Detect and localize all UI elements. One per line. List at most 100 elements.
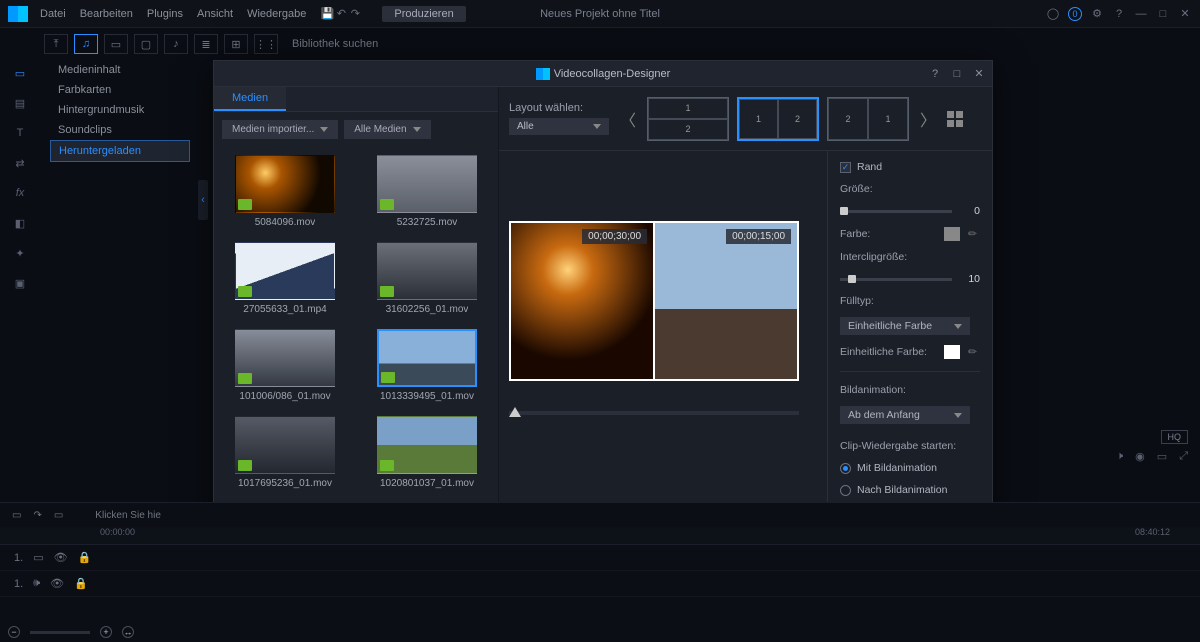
quality-badge[interactable]: HQ (1161, 430, 1189, 444)
radio-with-animation[interactable] (840, 463, 851, 474)
viewer-popout-icon[interactable]: ⤢ (1179, 450, 1188, 463)
interclip-slider-thumb-icon[interactable] (848, 275, 856, 283)
minimize-icon[interactable]: — (1134, 7, 1148, 21)
solidcolor-label: Einheitliche Farbe: (840, 346, 927, 358)
audio-room-icon[interactable]: ▣ (10, 274, 30, 292)
media-thumb[interactable]: 1013339495_01.mov (368, 329, 486, 402)
menu-playback[interactable]: Wiedergabe (247, 8, 306, 20)
radio-after-animation[interactable] (840, 485, 851, 496)
tab-media[interactable]: Medien (214, 87, 286, 111)
layout-option[interactable]: 12 (737, 97, 819, 141)
media-thumb[interactable]: 5084096.mov (226, 155, 344, 228)
menu-plugins[interactable]: Plugins (147, 8, 183, 20)
media-room-icon[interactable]: ▭ (10, 64, 30, 82)
track-video-icon[interactable]: ▭ (33, 551, 43, 564)
video-mode-icon[interactable]: ▭ (104, 34, 128, 54)
preview-scrubber[interactable] (509, 411, 799, 415)
account-icon[interactable]: ◯ (1046, 7, 1060, 21)
layout-prev-icon[interactable]: 〈 (619, 99, 637, 139)
maximize-icon[interactable]: □ (1156, 7, 1170, 21)
dialog-maximize-icon[interactable]: □ (950, 67, 964, 81)
eyedropper-icon[interactable]: ✎ (963, 224, 983, 244)
track-visibility-icon-2[interactable]: 👁 (50, 577, 64, 590)
dialog-help-icon[interactable]: ? (928, 67, 942, 81)
layout-all-icon[interactable] (947, 111, 963, 127)
preview-cell-1[interactable]: 00;00;30;00 (511, 223, 655, 379)
cat-bg-music[interactable]: Hintergrundmusik (50, 100, 190, 120)
audio-mode-icon[interactable]: ♪ (164, 34, 188, 54)
import-icon[interactable]: ⤒ (44, 34, 68, 54)
fx-room-icon[interactable]: fx (10, 184, 30, 202)
track-lock-icon-2[interactable]: 🔒 (74, 577, 88, 590)
menu-file[interactable]: Datei (40, 8, 66, 20)
tl-fit-icon[interactable]: ▭ (12, 510, 21, 521)
media-thumb[interactable]: 1017695236_01.mov (226, 416, 344, 489)
settings-icon[interactable]: ⚙ (1090, 7, 1104, 21)
border-color-swatch[interactable] (944, 227, 960, 241)
collage-preview[interactable]: 00;00;30;00 00;00;15;00 (509, 221, 799, 381)
zoom-in-icon[interactable]: + (100, 626, 112, 638)
text-room-icon[interactable]: T (10, 124, 30, 142)
size-slider[interactable] (840, 210, 952, 213)
timeline-ruler[interactable]: 00:00:00 08:40:12 (0, 527, 1200, 545)
title-room-icon[interactable]: ▤ (10, 94, 30, 112)
transition-room-icon[interactable]: ⇄ (10, 154, 30, 172)
animation-select[interactable]: Ab dem Anfang (840, 406, 970, 424)
help-icon[interactable]: ? (1112, 7, 1126, 21)
interclip-slider[interactable] (840, 278, 952, 281)
timeline-track-video[interactable]: 1. ▭ 👁 🔒 (0, 545, 1200, 571)
overlay-room-icon[interactable]: ◧ (10, 214, 30, 232)
media-thumb[interactable]: 101006/086_01.mov (226, 329, 344, 402)
image-mode-icon[interactable]: ▢ (134, 34, 158, 54)
cat-sound-clips[interactable]: Soundclips (50, 120, 190, 140)
detail-mode-icon[interactable]: ⊞ (224, 34, 248, 54)
media-thumb[interactable]: 31602256_01.mov (368, 242, 486, 315)
close-icon[interactable]: ✕ (1178, 7, 1192, 21)
produce-button[interactable]: Produzieren (382, 6, 465, 22)
track-audio-icon[interactable]: 🕪 (33, 577, 40, 590)
media-thumb[interactable]: 5232725.mov (368, 155, 486, 228)
zoom-slider[interactable] (30, 631, 90, 634)
size-slider-thumb-icon[interactable] (840, 207, 848, 215)
track-lock-icon[interactable]: 🔒 (78, 551, 92, 564)
fill-eyedropper-icon[interactable]: ✎ (963, 342, 983, 362)
track-visibility-icon[interactable]: 👁 (54, 551, 68, 564)
menu-edit[interactable]: Bearbeiten (80, 8, 133, 20)
media-thumb[interactable]: 1020801037_01.mov (368, 416, 486, 489)
zoom-out-icon[interactable]: − (8, 626, 20, 638)
undo-icon[interactable]: ↶ (334, 7, 348, 21)
notifications-icon[interactable]: 0 (1068, 7, 1082, 21)
list-mode-icon[interactable]: ≣ (194, 34, 218, 54)
save-icon[interactable]: 💾 (320, 7, 334, 21)
preview-cell-2[interactable]: 00;00;15;00 (655, 223, 797, 379)
layout-option[interactable]: 21 (827, 97, 909, 141)
menu-view[interactable]: Ansicht (197, 8, 233, 20)
layout-next-icon[interactable]: 〉 (919, 99, 937, 139)
viewer-snapshot-icon[interactable]: ◉ (1135, 450, 1145, 463)
particle-room-icon[interactable]: ✦ (10, 244, 30, 262)
media-thumb[interactable]: 27055633_01.mp4 (226, 242, 344, 315)
cat-media-content[interactable]: Medieninhalt (50, 60, 190, 80)
grid-mode-icon[interactable]: ⋮⋮ (254, 34, 278, 54)
viewer-mute-icon[interactable]: 🕨 (1116, 450, 1123, 463)
redo-icon[interactable]: ↷ (348, 7, 362, 21)
media-filter-button[interactable]: Alle Medien (344, 120, 430, 139)
layout-category-select[interactable]: Alle (509, 118, 609, 135)
library-search[interactable]: Bibliothek suchen (292, 38, 378, 50)
cat-downloaded[interactable]: Heruntergeladen (50, 140, 190, 162)
collapse-handle-icon[interactable]: ‹ (198, 180, 208, 220)
tl-mode-icon[interactable]: ▭ (54, 510, 63, 521)
filltype-select[interactable]: Einheitliche Farbe (840, 317, 970, 335)
fill-color-swatch[interactable] (944, 345, 960, 359)
cat-color-boards[interactable]: Farbkarten (50, 80, 190, 100)
dialog-close-icon[interactable]: ✕ (972, 67, 986, 81)
zoom-fit-icon[interactable]: ↔ (122, 626, 134, 638)
border-checkbox[interactable] (840, 162, 851, 173)
viewer-crop-icon[interactable]: ▭ (1157, 450, 1167, 463)
media-mode-icon[interactable]: ♫ (74, 34, 98, 54)
layout-option[interactable]: 12 (647, 97, 729, 141)
timeline-track-audio[interactable]: 1. 🕪 👁 🔒 (0, 571, 1200, 597)
scrubber-thumb-icon[interactable] (509, 407, 521, 417)
clip-badge-icon (238, 460, 252, 471)
import-media-button[interactable]: Medien importier... (222, 120, 338, 139)
